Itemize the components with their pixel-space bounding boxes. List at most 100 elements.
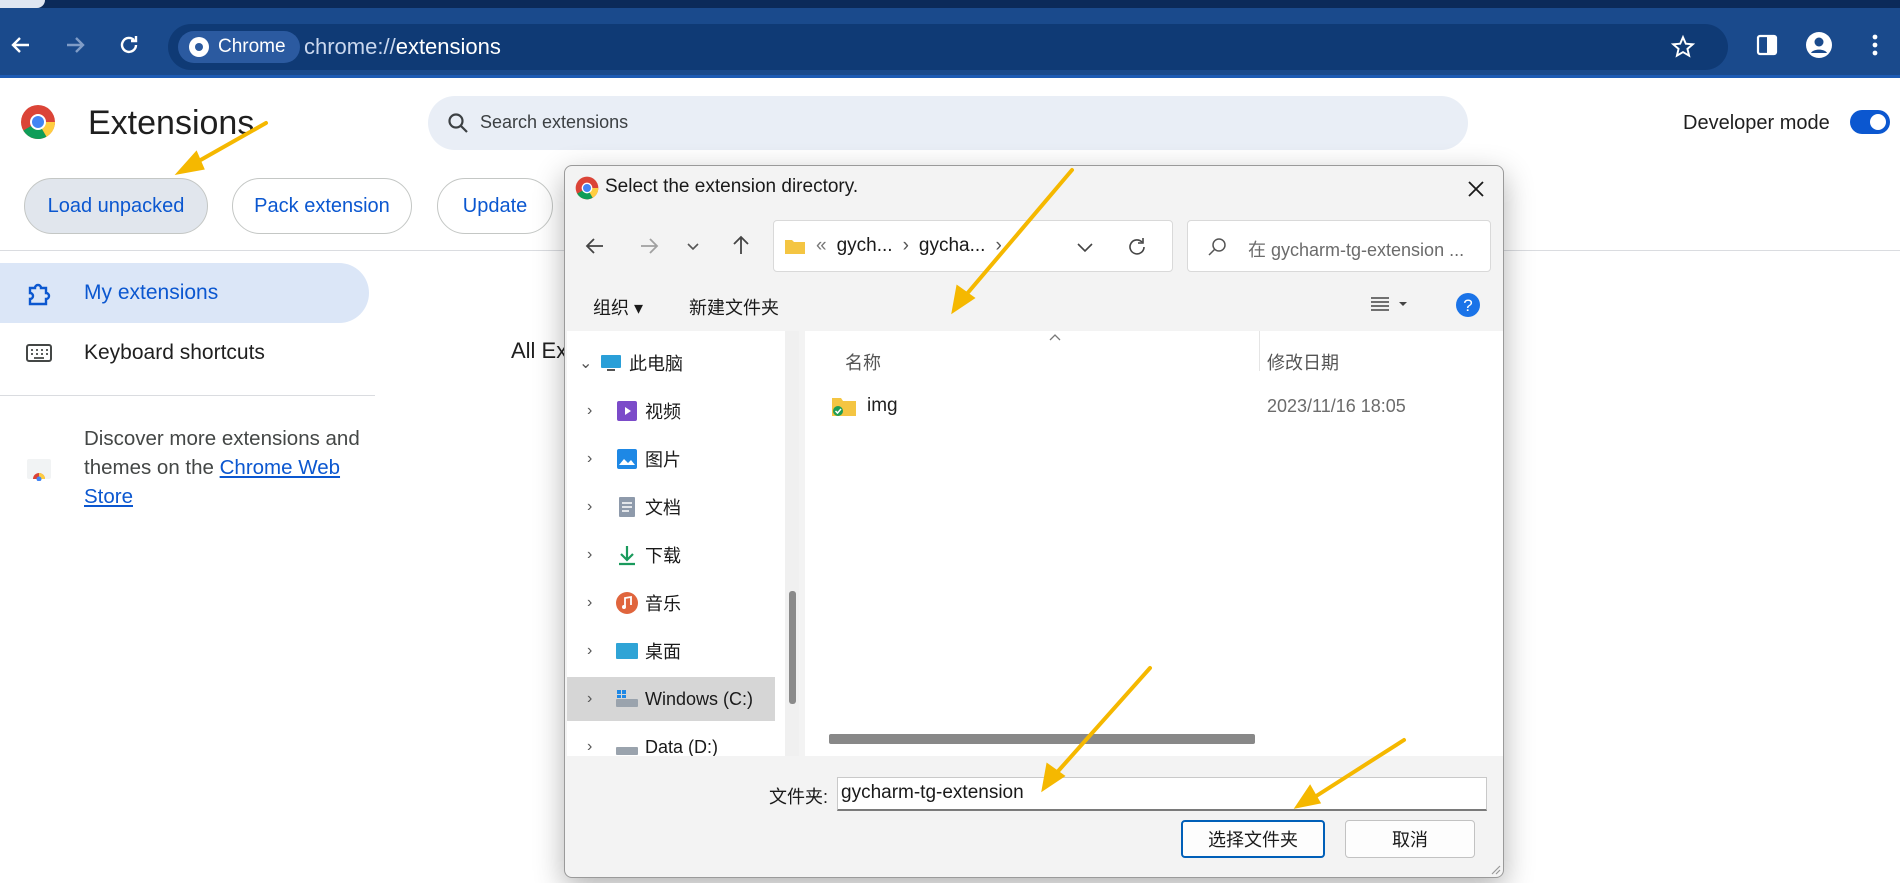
svg-text:?: ?	[1463, 296, 1472, 315]
sidebar-divider	[0, 395, 375, 396]
pack-extension-button[interactable]: Pack extension	[232, 178, 412, 234]
developer-mode-toggle[interactable]	[1850, 110, 1890, 134]
tree-item-label: 此电脑	[629, 354, 683, 374]
browser-menu-icon[interactable]	[1860, 30, 1890, 60]
downloads-icon	[619, 546, 635, 566]
update-button[interactable]: Update	[437, 178, 553, 234]
drive-icon	[616, 747, 638, 755]
search-placeholder: Search extensions	[480, 112, 629, 132]
help-icon[interactable]: ?	[1455, 292, 1481, 318]
chrome-logo-icon	[575, 176, 599, 200]
organize-menu[interactable]: 组织 ▾	[593, 294, 643, 320]
search-icon	[448, 113, 468, 133]
keyboard-icon	[26, 344, 52, 362]
breadcrumb-separator[interactable]: ›	[903, 235, 909, 257]
load-unpacked-button[interactable]: Load unpacked	[24, 178, 208, 234]
tree-item-data-d[interactable]: › Data (D:)	[567, 725, 775, 757]
tree-item-documents[interactable]: › 文档	[567, 485, 775, 529]
browser-toolbar: Chrome chrome://extensions	[0, 8, 1900, 78]
chevron-down-icon[interactable]: ⌄	[579, 353, 599, 373]
tree-item-videos[interactable]: › 视频	[567, 389, 775, 433]
breadcrumb-overflow[interactable]: «	[816, 235, 827, 257]
chevron-right-icon[interactable]: ›	[587, 546, 607, 564]
tree-item-label: Data (D:)	[645, 736, 719, 757]
sidebar-item-keyboard-shortcuts[interactable]: Keyboard shortcuts	[0, 323, 369, 383]
address-bar[interactable]: Chrome chrome://extensions	[168, 24, 1728, 70]
puzzle-icon	[28, 283, 51, 306]
new-folder-button[interactable]: 新建文件夹	[689, 294, 779, 320]
url-text[interactable]: chrome://extensions	[304, 34, 501, 60]
forward-icon[interactable]	[60, 30, 90, 60]
chevron-right-icon[interactable]: ›	[587, 402, 607, 420]
bookmark-star-icon[interactable]	[1668, 32, 1698, 62]
column-header-name[interactable]: 名称	[845, 349, 881, 375]
extensions-search-input[interactable]: Search extensions	[428, 96, 1468, 150]
chrome-logo-icon	[21, 105, 55, 139]
chevron-right-icon[interactable]: ›	[587, 594, 607, 612]
select-folder-button[interactable]: 选择文件夹	[1181, 820, 1325, 858]
drive-icon	[616, 690, 638, 707]
tree-item-desktop[interactable]: › 桌面	[567, 629, 775, 673]
tree-item-pictures[interactable]: › 图片	[567, 437, 775, 481]
tree-item-music[interactable]: › 音乐	[567, 581, 775, 625]
active-tab-edge[interactable]	[0, 0, 45, 8]
page-title: Extensions	[88, 104, 255, 142]
tree-item-windows-c[interactable]: › Windows (C:)	[567, 677, 775, 721]
chevron-right-icon[interactable]: ›	[587, 498, 607, 516]
file-modified: 2023/11/16 18:05	[1267, 396, 1406, 416]
recent-locations-chevron-icon[interactable]	[685, 238, 701, 254]
up-folder-icon[interactable]	[729, 233, 753, 257]
sidebar-item-my-extensions[interactable]: My extensions	[0, 263, 369, 323]
tree-item-label: 文档	[645, 498, 681, 518]
file-list-horizontal-scrollbar[interactable]	[829, 734, 1255, 744]
chevron-right-icon[interactable]: ›	[587, 738, 607, 756]
scrollbar-thumb[interactable]	[789, 591, 796, 704]
tree-item-label: 桌面	[645, 642, 681, 662]
discover-more-text: Discover more extensions and themes on t…	[84, 424, 374, 511]
folder-name-input[interactable]: gycharm-tg-extension	[837, 777, 1487, 811]
forward-icon[interactable]	[637, 234, 661, 258]
toggle-knob	[1870, 114, 1886, 130]
all-extensions-heading: All Ex	[511, 338, 568, 363]
sidebar-item-label: My extensions	[84, 281, 219, 304]
profile-avatar-icon[interactable]	[1804, 30, 1834, 60]
breadcrumb-item[interactable]: gych...	[837, 235, 893, 257]
chevron-right-icon[interactable]: ›	[587, 690, 607, 708]
refresh-icon[interactable]	[1126, 236, 1148, 258]
resize-grip-icon[interactable]	[1489, 863, 1501, 875]
developer-mode-label: Developer mode	[1683, 112, 1830, 134]
back-icon[interactable]	[583, 234, 607, 258]
view-options-icon[interactable]	[1369, 294, 1413, 314]
breadcrumb-item[interactable]: gycha...	[919, 235, 986, 257]
breadcrumb-separator[interactable]: ›	[995, 235, 1001, 257]
tree-scrollbar[interactable]	[785, 331, 799, 756]
folder-label: 文件夹:	[769, 787, 829, 807]
site-chip-label: Chrome	[218, 36, 286, 57]
documents-icon	[619, 497, 635, 517]
breadcrumb: « gych... › gycha... ›	[816, 235, 1002, 257]
tree-item-downloads[interactable]: › 下载	[567, 533, 775, 577]
dialog-search-input[interactable]: 在 gycharm-tg-extension ...	[1187, 220, 1491, 272]
cancel-button[interactable]: 取消	[1345, 820, 1475, 858]
reload-icon[interactable]	[114, 30, 144, 60]
pictures-icon	[617, 449, 637, 469]
chevron-right-icon[interactable]: ›	[587, 642, 607, 660]
file-row[interactable]: img 2023/11/16 18:05	[825, 387, 1485, 427]
column-divider[interactable]	[1259, 331, 1260, 371]
computer-icon	[601, 355, 621, 371]
desktop-icon	[616, 643, 638, 659]
close-icon[interactable]	[1461, 174, 1491, 204]
chevron-right-icon[interactable]: ›	[587, 450, 607, 468]
side-panel-icon[interactable]	[1752, 30, 1782, 60]
chevron-down-icon[interactable]	[1076, 239, 1094, 255]
site-chip[interactable]: Chrome	[178, 31, 300, 63]
back-icon[interactable]	[6, 30, 36, 60]
column-header-modified[interactable]: 修改日期	[1267, 349, 1339, 375]
dialog-address-bar[interactable]: « gych... › gycha... ›	[773, 220, 1173, 272]
videos-icon	[617, 401, 637, 421]
select-directory-dialog: Select the extension directory. « gych..…	[564, 165, 1504, 878]
annotation-arrowhead	[174, 150, 205, 176]
navigation-tree: ⌄ 此电脑 › 视频 › 图片 › 文档 › 下载 › 音乐 › 桌面 › Wi…	[567, 331, 785, 756]
sidebar-item-label: Keyboard shortcuts	[84, 341, 265, 364]
tree-item-this-pc[interactable]: ⌄ 此电脑	[567, 341, 775, 385]
